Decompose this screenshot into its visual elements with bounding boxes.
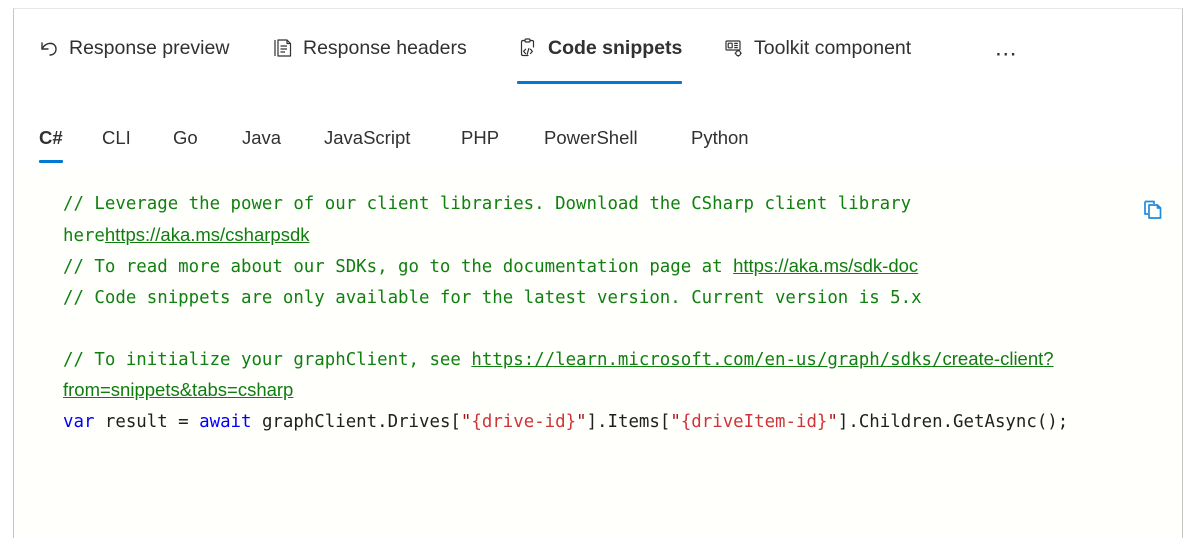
language-tab-label: C# [39,127,63,148]
string-quote: " [670,412,680,432]
language-tab-php[interactable]: PHP [461,127,499,149]
tab-overflow-button[interactable]: ⋯ [990,47,1024,67]
toolkit-gear-icon [723,37,745,59]
undo-arrow-icon [38,37,60,59]
code-snippet-area: // Leverage the power of our client libr… [15,165,1181,538]
tab-label: Response preview [69,36,229,60]
active-language-underline [39,160,63,163]
code-text: graphClient.Drives[ [251,412,460,432]
code-text: ].Children.GetAsync(); [838,412,1068,432]
placeholder-drive-id: {drive-id} [471,412,576,432]
language-tab-cli[interactable]: CLI [102,127,131,149]
keyword-var: var [63,412,94,432]
language-tab-python[interactable]: Python [691,127,749,149]
tab-response-preview[interactable]: Response preview [38,36,229,62]
csharp-sdk-link[interactable]: https://aka.ms/csharpsdk [105,224,310,245]
copy-icon [1140,197,1166,228]
language-tab-java[interactable]: Java [242,127,281,149]
tab-label: Code snippets [548,36,682,60]
placeholder-driveitem-id: {driveItem-id} [681,412,828,432]
language-tab-go[interactable]: Go [173,127,198,149]
string-quote: " [461,412,471,432]
code-text: result = [94,412,199,432]
string-quote: " [827,412,837,432]
pivot-tab-bar: Response preview Response headers [14,9,1182,93]
keyword-await: await [199,412,251,432]
code-snippets-panel: Response preview Response headers [13,8,1183,538]
tab-toolkit-component[interactable]: Toolkit component [723,36,911,62]
language-tab-powershell[interactable]: PowerShell [544,127,638,149]
code-comment-line-4: // To initialize your graphClient, see [63,350,471,370]
copy-button[interactable] [1138,197,1168,227]
language-tab-bar: C# CLI Go Java JavaScript PHP PowerShell… [14,93,1182,165]
language-tab-javascript[interactable]: JavaScript [324,127,410,149]
document-lines-icon [272,37,294,59]
sdk-doc-link[interactable]: https://aka.ms/sdk-doc [733,255,918,276]
create-client-doc-link[interactable]: https://learn.microsoft.com/en-us/graph/… [471,350,942,370]
clipboard-code-icon [517,37,539,59]
string-quote: " [576,412,586,432]
code-comment-line-3: // Code snippets are only available for … [63,288,922,308]
tab-label: Response headers [303,36,467,60]
tab-label: Toolkit component [754,36,911,60]
code-block[interactable]: // Leverage the power of our client libr… [63,189,1073,437]
language-tab-csharp[interactable]: C# [39,127,63,149]
active-tab-underline [517,81,682,84]
code-blank-line [63,313,1073,344]
tab-code-snippets[interactable]: Code snippets [517,36,682,62]
code-comment-line-2: // To read more about our SDKs, go to th… [63,257,733,277]
tab-response-headers[interactable]: Response headers [272,36,467,62]
code-text: ].Items[ [587,412,671,432]
